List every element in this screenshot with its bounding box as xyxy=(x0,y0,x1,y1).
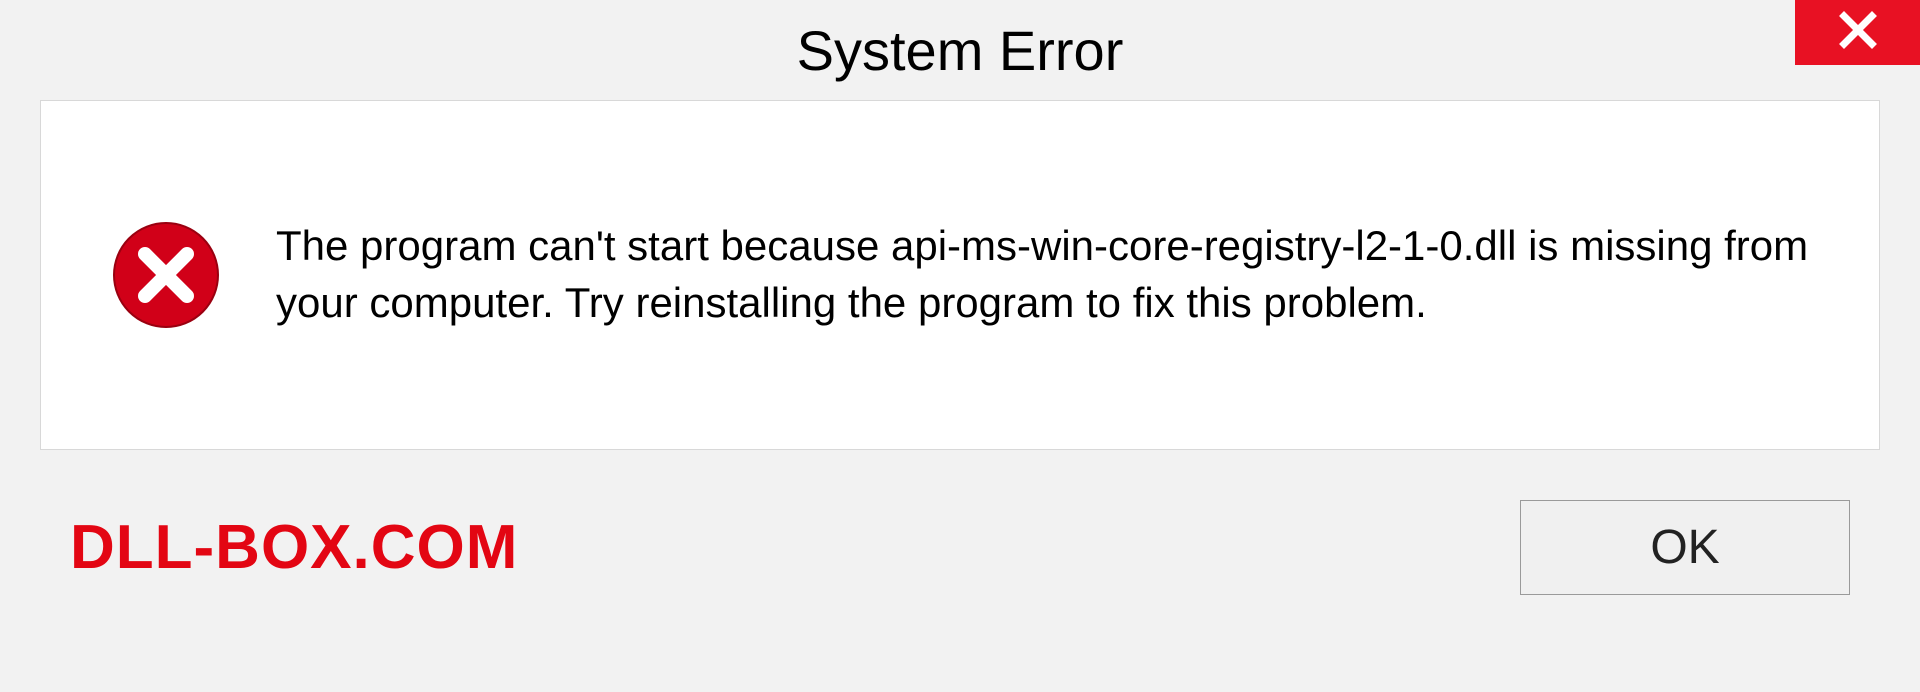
close-icon xyxy=(1838,10,1878,55)
dialog-title: System Error xyxy=(797,18,1124,83)
ok-button[interactable]: OK xyxy=(1520,500,1850,595)
error-icon xyxy=(111,220,221,330)
titlebar: System Error xyxy=(0,0,1920,100)
watermark-text: DLL-BOX.COM xyxy=(70,512,518,583)
footer: DLL-BOX.COM OK xyxy=(0,450,1920,595)
error-message: The program can't start because api-ms-w… xyxy=(276,218,1809,331)
ok-button-label: OK xyxy=(1650,520,1719,575)
close-button[interactable] xyxy=(1795,0,1920,65)
content-panel: The program can't start because api-ms-w… xyxy=(40,100,1880,450)
